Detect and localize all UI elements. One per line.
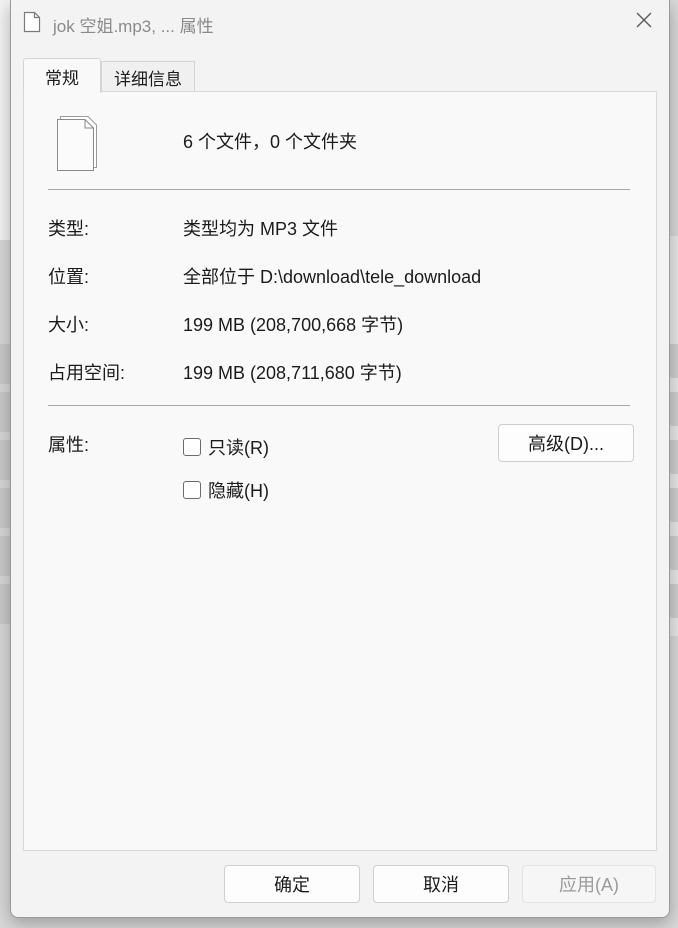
close-icon bbox=[635, 11, 653, 34]
size-value: 199 MB (208,700,668 字节) bbox=[183, 315, 404, 335]
hidden-label[interactable]: 隐藏(H) bbox=[208, 477, 269, 503]
general-panel: 6 个文件，0 个文件夹 类型: 类型均为 MP3 文件 位置: 全部位于 D:… bbox=[23, 91, 657, 851]
window-title: jok 空姐.mp3, ... 属性 bbox=[53, 17, 214, 36]
hidden-checkbox-box[interactable] bbox=[183, 481, 201, 499]
cancel-button[interactable]: 取消 bbox=[373, 865, 509, 903]
size-label: 大小: bbox=[48, 315, 90, 335]
advanced-button[interactable]: 高级(D)... bbox=[498, 424, 634, 462]
tab-details[interactable]: 详细信息 bbox=[101, 61, 195, 92]
hidden-checkbox[interactable]: 隐藏(H) bbox=[183, 477, 269, 503]
multiple-files-icon bbox=[54, 114, 100, 172]
readonly-checkbox-box[interactable] bbox=[183, 438, 201, 456]
type-label: 类型: bbox=[48, 219, 90, 239]
location-label: 位置: bbox=[48, 267, 90, 287]
divider bbox=[48, 405, 630, 406]
tab-general[interactable]: 常规 bbox=[23, 58, 101, 93]
type-value: 类型均为 MP3 文件 bbox=[183, 219, 339, 239]
title-bar[interactable]: jok 空姐.mp3, ... 属性 bbox=[11, 0, 669, 44]
properties-dialog: jok 空姐.mp3, ... 属性 常规 详细信息 6 个文件，0 个文件夹 … bbox=[10, 0, 670, 918]
readonly-checkbox[interactable]: 只读(R) bbox=[183, 434, 269, 460]
attributes-label: 属性: bbox=[48, 435, 90, 455]
location-value: 全部位于 D:\download\tele_download bbox=[183, 267, 482, 287]
selection-summary: 6 个文件，0 个文件夹 bbox=[183, 132, 358, 152]
size-on-disk-value: 199 MB (208,711,680 字节) bbox=[183, 363, 402, 383]
size-on-disk-label: 占用空间: bbox=[48, 363, 126, 383]
divider bbox=[48, 189, 630, 190]
file-icon bbox=[23, 11, 41, 33]
readonly-label[interactable]: 只读(R) bbox=[208, 434, 269, 460]
apply-button[interactable]: 应用(A) bbox=[522, 865, 656, 903]
ok-button[interactable]: 确定 bbox=[224, 865, 360, 903]
close-button[interactable] bbox=[625, 6, 663, 38]
